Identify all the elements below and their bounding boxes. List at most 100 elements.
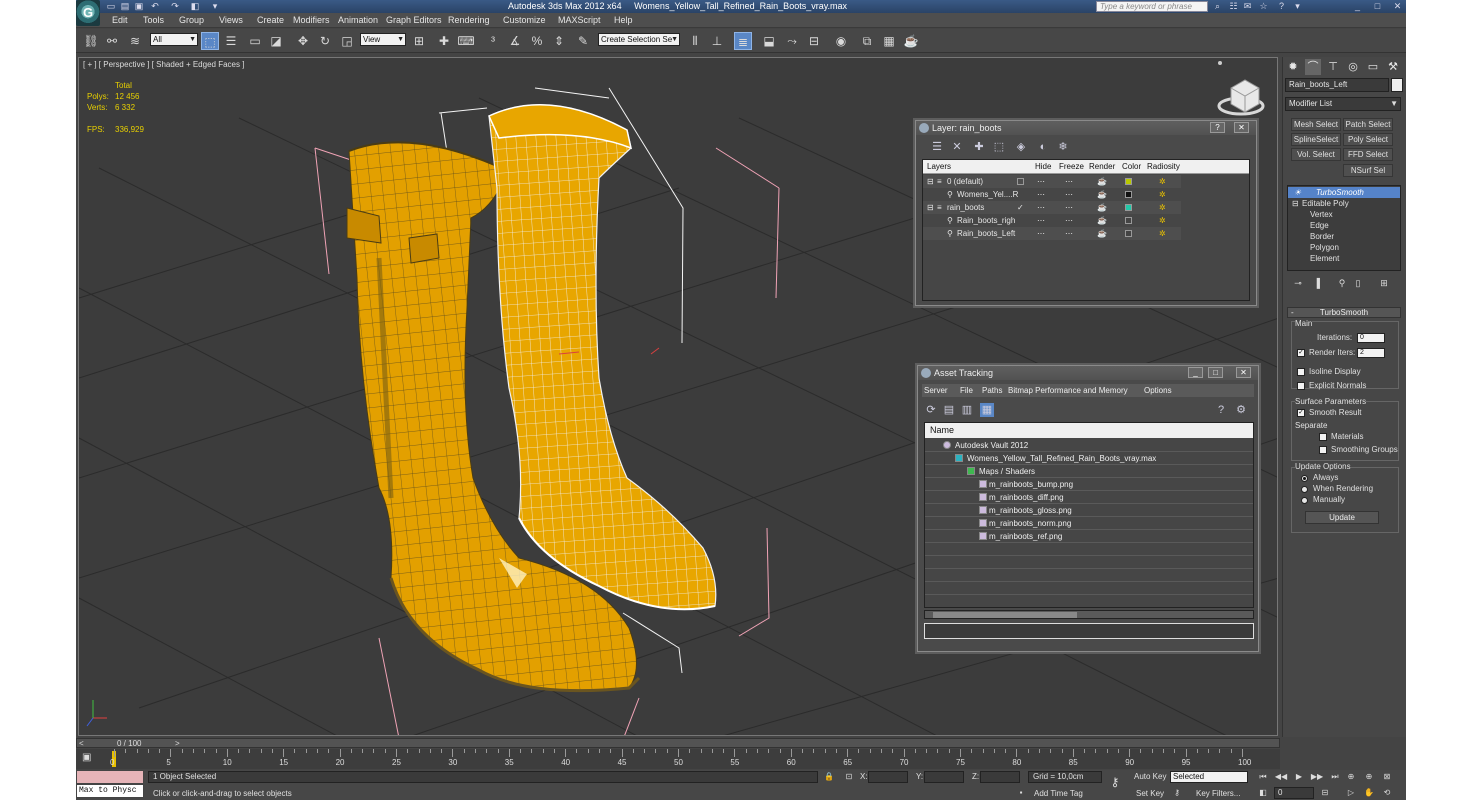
- asset-col-name[interactable]: Name: [925, 423, 1253, 438]
- select-objects-icon[interactable]: ⬚: [992, 140, 1006, 154]
- col-hide[interactable]: Hide: [1035, 160, 1051, 174]
- rect-selection-icon[interactable]: ▭: [246, 32, 264, 50]
- stack-item-turbosmooth[interactable]: ☀ TurboSmooth: [1288, 187, 1400, 198]
- spline-select-button[interactable]: SplineSelect: [1291, 133, 1341, 146]
- pin-stack-icon[interactable]: ⊸: [1291, 277, 1305, 290]
- menu-create[interactable]: Create: [257, 13, 284, 28]
- select-manipulate-icon[interactable]: ✚: [435, 32, 453, 50]
- layer-dialog-title[interactable]: Layer: rain_boots ? ✕: [916, 121, 1256, 135]
- turbosmooth-rollout-title[interactable]: - TurboSmooth: [1287, 307, 1401, 318]
- always-radio[interactable]: [1301, 475, 1308, 482]
- details-view-icon[interactable]: ▥: [960, 403, 974, 417]
- table-view-icon[interactable]: ▦: [980, 403, 994, 417]
- asset-menu-server[interactable]: Server: [924, 384, 948, 397]
- layer-color-swatch[interactable]: [1125, 178, 1132, 185]
- refresh-icon[interactable]: ⟳: [924, 403, 938, 417]
- rotate-icon[interactable]: ↻: [316, 32, 334, 50]
- go-to-end-icon[interactable]: ⏭: [1328, 771, 1342, 783]
- menu-graph-editors[interactable]: Graph Editors: [386, 13, 442, 28]
- menu-modifiers[interactable]: Modifiers: [293, 13, 330, 28]
- pan-icon[interactable]: ✋: [1362, 787, 1376, 799]
- spinner-snap-icon[interactable]: ⇕: [550, 32, 568, 50]
- edit-named-selection-icon[interactable]: ✎: [574, 32, 592, 50]
- stack-item-editable-poly[interactable]: ⊟ Editable Poly: [1288, 198, 1400, 209]
- layer-color-swatch[interactable]: [1125, 230, 1132, 237]
- layer-manager-icon[interactable]: ≣: [734, 32, 752, 50]
- lightbulb-icon[interactable]: ☀: [1294, 187, 1301, 198]
- display-tab-icon[interactable]: ▭: [1365, 59, 1381, 75]
- layer-row[interactable]: ⚲ Rain_boots_Left ⋯ ⋯ ☕ ✲: [923, 227, 1181, 240]
- field-of-view-icon[interactable]: ▷: [1344, 787, 1358, 799]
- menu-help[interactable]: Help: [614, 13, 633, 28]
- schematic-view-icon[interactable]: ⊟: [805, 32, 823, 50]
- favorites-icon[interactable]: ☆: [1258, 1, 1269, 12]
- configure-sets-icon[interactable]: ⊞: [1377, 277, 1391, 290]
- z-coordinate-field[interactable]: [980, 771, 1020, 783]
- named-selection-dropdown[interactable]: Create Selection Se ▼: [598, 33, 680, 46]
- menu-animation[interactable]: Animation: [338, 13, 378, 28]
- list-item[interactable]: Womens_Yellow_Tall_Refined_Rain_Boots_vr…: [925, 452, 1253, 465]
- selection-filter-dropdown[interactable]: All ▼: [150, 33, 198, 46]
- vol-select-button[interactable]: Vol. Select: [1291, 148, 1341, 161]
- render-iters-checkbox[interactable]: ✓: [1297, 349, 1305, 357]
- asset-dialog-maximize-button[interactable]: □: [1208, 367, 1223, 378]
- list-item[interactable]: Autodesk Vault 2012: [925, 439, 1253, 452]
- iterations-spinner[interactable]: 0: [1357, 333, 1385, 343]
- list-item[interactable]: m_rainboots_norm.png: [925, 517, 1253, 530]
- open-icon[interactable]: ▤: [120, 1, 130, 11]
- list-item[interactable]: Maps / Shaders: [925, 465, 1253, 478]
- viewcube[interactable]: [1217, 61, 1265, 116]
- asset-help-icon[interactable]: ?: [1214, 403, 1228, 417]
- manually-radio[interactable]: [1301, 497, 1308, 504]
- asset-dialog-close-button[interactable]: ✕: [1236, 367, 1251, 378]
- communication-icon[interactable]: ✉: [1242, 1, 1253, 12]
- materials-checkbox[interactable]: [1319, 433, 1327, 441]
- mesh-select-button[interactable]: Mesh Select: [1291, 118, 1341, 131]
- subscription-icon[interactable]: ☷: [1228, 1, 1239, 12]
- go-to-start-icon[interactable]: ⏮: [1256, 771, 1270, 783]
- smooth-result-checkbox[interactable]: ✓: [1297, 409, 1305, 417]
- select-by-name-icon[interactable]: ☰: [222, 32, 240, 50]
- y-coordinate-field[interactable]: [924, 771, 964, 783]
- layer-row[interactable]: ⊟ ≡ 0 (default) ⋯ ⋯ ☕ ✲: [923, 175, 1181, 188]
- layer-row[interactable]: ⚲ Rain_boots_righ ⋯ ⋯ ☕ ✲: [923, 214, 1181, 227]
- x-coordinate-field[interactable]: [868, 771, 908, 783]
- graphite-tools-icon[interactable]: ⬓: [760, 32, 778, 50]
- add-time-tag-button[interactable]: Add Time Tag: [1034, 788, 1083, 800]
- asset-menu-paths[interactable]: Paths: [982, 384, 1002, 397]
- set-key-icon[interactable]: ⚷: [1170, 787, 1184, 799]
- select-object-icon[interactable]: ⬚: [201, 32, 219, 50]
- zoom-extents-icon[interactable]: ⊠: [1380, 771, 1394, 783]
- menu-edit[interactable]: Edit: [112, 13, 128, 28]
- key-mode-toggle-icon[interactable]: ◧: [1256, 787, 1270, 799]
- project-icon[interactable]: ◧: [190, 1, 200, 11]
- highlight-layer-icon[interactable]: ◈: [1014, 140, 1028, 154]
- set-key-button[interactable]: Set Key: [1136, 788, 1164, 800]
- stack-item-vertex[interactable]: Vertex: [1288, 209, 1400, 220]
- redo-icon[interactable]: ↷: [170, 1, 180, 11]
- ffd-select-button[interactable]: FFD Select: [1343, 148, 1393, 161]
- time-next-icon[interactable]: >: [175, 739, 180, 748]
- render-iters-spinner[interactable]: 2: [1357, 348, 1385, 358]
- unlink-icon[interactable]: ⚯: [103, 32, 121, 50]
- time-slider[interactable]: < 0 / 100 >: [76, 738, 1280, 748]
- maxscript-listener[interactable]: Max to Physc: [76, 770, 144, 798]
- utilities-tab-icon[interactable]: ⚒: [1385, 59, 1401, 75]
- help-icon[interactable]: ?: [1276, 1, 1287, 12]
- new-icon[interactable]: ▭: [106, 1, 116, 11]
- material-editor-icon[interactable]: ◉: [832, 32, 850, 50]
- asset-settings-icon[interactable]: ⚙: [1234, 403, 1248, 417]
- previous-frame-icon[interactable]: ◀◀: [1274, 771, 1288, 783]
- mirror-icon[interactable]: ⫴: [686, 32, 704, 50]
- show-end-result-icon[interactable]: ▌: [1313, 277, 1327, 290]
- asset-menu-bitmap[interactable]: Bitmap Performance and Memory: [1008, 384, 1128, 397]
- remove-modifier-icon[interactable]: ▯: [1351, 277, 1365, 290]
- track-bar[interactable]: ▣ 0 5 10 15 20 25 30 35 40 45 50 55 60 65 70 75 80 85 90 95…: [76, 749, 1280, 769]
- col-render[interactable]: Render: [1089, 160, 1115, 174]
- window-crossing-icon[interactable]: ◪: [267, 32, 285, 50]
- align-icon[interactable]: ⊥: [708, 32, 726, 50]
- time-config-icon[interactable]: ⊟: [1318, 787, 1332, 799]
- scrollbar-thumb[interactable]: [933, 612, 1077, 618]
- undo-icon[interactable]: ↶: [150, 1, 160, 11]
- mini-curve-editor-icon[interactable]: ▣: [82, 752, 91, 763]
